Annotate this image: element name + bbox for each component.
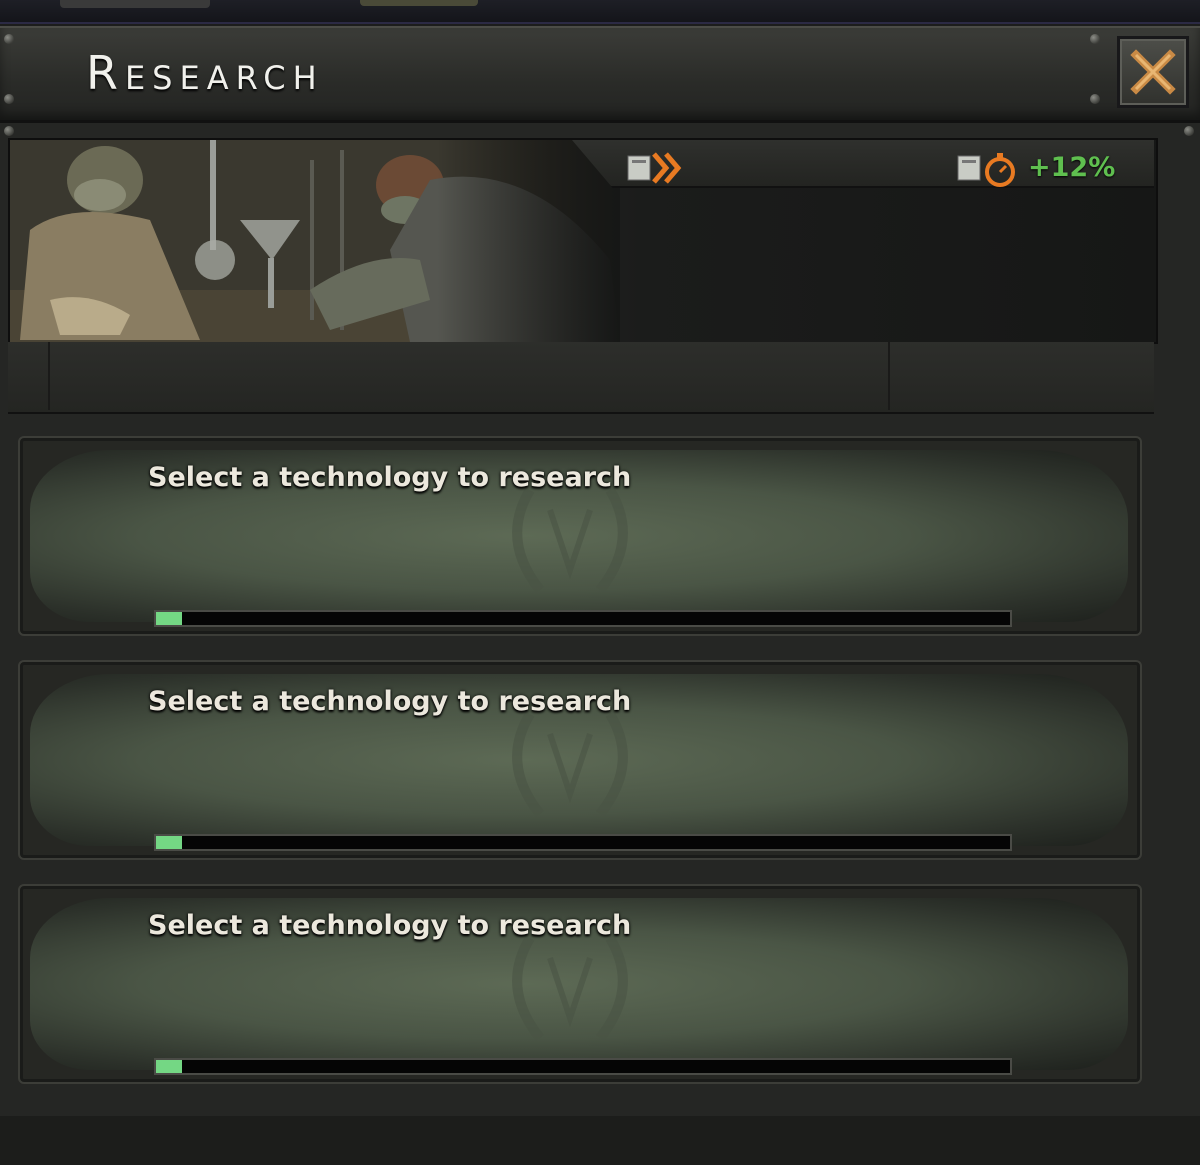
rivet — [4, 94, 14, 104]
sub-bar-segment — [48, 342, 890, 410]
research-slot-2[interactable]: Select a technology to research — [18, 660, 1142, 860]
research-bonus-value: +12% — [1028, 152, 1116, 183]
close-button[interactable] — [1117, 36, 1189, 108]
window-header: Research — [0, 26, 1200, 123]
research-window: Research +12% Select a technology to res… — [0, 26, 1200, 1165]
slot-label[interactable]: Select a technology to research — [148, 462, 631, 493]
progress-fill — [156, 1060, 182, 1073]
top-tab — [60, 0, 210, 8]
close-x-icon — [1130, 49, 1176, 95]
top-tab-active — [360, 0, 478, 6]
research-speed-icon[interactable] — [626, 150, 690, 186]
research-slot-1[interactable]: Select a technology to research — [18, 436, 1142, 636]
window-footer — [0, 1116, 1200, 1165]
rivet — [4, 126, 14, 136]
top-strip — [0, 0, 1200, 24]
rivet — [1090, 94, 1100, 104]
research-progress-bar — [154, 1058, 1012, 1075]
rivet — [1090, 34, 1100, 44]
progress-fill — [156, 612, 182, 625]
scientists-image — [10, 140, 620, 342]
progress-fill — [156, 836, 182, 849]
research-progress-bar — [154, 610, 1012, 627]
rivet — [1184, 126, 1194, 136]
research-progress-bar — [154, 834, 1012, 851]
slot-label[interactable]: Select a technology to research — [148, 910, 631, 941]
research-slots: Select a technology to research Select a… — [12, 426, 1154, 1126]
research-sub-bar — [8, 342, 1154, 414]
research-bonus-timer-icon[interactable] — [956, 150, 1020, 188]
research-slot-3[interactable]: Select a technology to research — [18, 884, 1142, 1084]
page-title: Research — [86, 46, 324, 100]
slot-label[interactable]: Select a technology to research — [148, 686, 631, 717]
rivet — [4, 34, 14, 44]
